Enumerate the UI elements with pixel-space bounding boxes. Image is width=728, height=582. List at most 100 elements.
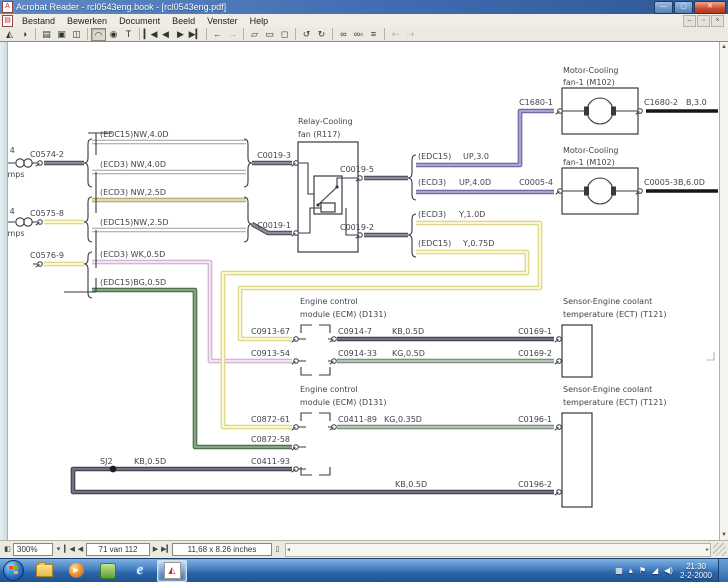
group3-top-wire-label: (ECD3) WK,0.5D [100,250,165,259]
ecm2-wire-label: KG,0.35D [384,415,422,424]
ecm-1-brackets [298,325,332,375]
motor1-right-pin-label: C1680-2 [644,98,678,107]
go-back-icon[interactable]: ← [210,28,225,41]
hand-tool-icon[interactable]: ◠ [91,28,106,41]
ecm-2-brackets [298,413,332,475]
ecm2-pin-c0411-93: C0411-93 [251,457,290,466]
maximize-button[interactable]: ▢ [674,1,693,14]
volume-icon[interactable]: ◀) [664,566,673,575]
first-page-status-icon[interactable]: ▎◀ [64,544,75,556]
zoom-tool-icon[interactable]: ◉ [106,28,121,41]
messenger-button[interactable] [93,560,123,582]
sensor-2-box [562,413,592,507]
internet-explorer-button[interactable]: e [125,560,155,582]
group2-top-wire-label: (ECD3) NW,2.5D [100,188,166,197]
next-page-status-icon[interactable]: ▶ [150,544,161,556]
relay-box [298,142,358,252]
input-indicator-icon[interactable]: ▦ [615,566,623,575]
mdi-restore-icon[interactable]: ▫ [697,15,710,27]
start-button[interactable] [3,560,24,581]
last-page-icon[interactable]: ▶▎ [188,28,203,41]
windows-explorer-button[interactable] [29,560,59,582]
menu-bar: ▤ BestandBewerkenDocumentBeeldVensterHel… [0,14,728,28]
scroll-left-icon[interactable]: ◂ [287,546,290,553]
toolbar-separator [295,28,296,40]
vertical-scrollbar[interactable]: ▲ ▼ [719,42,728,540]
menu-item-beeld[interactable]: Beeld [166,16,201,26]
open-icon[interactable]: ▤ [39,28,54,41]
actual-size-icon[interactable]: ▱ [247,28,262,41]
go-forward-icon[interactable]: → [225,28,240,41]
prev-page-icon[interactable]: ◀ [158,28,173,41]
menu-item-document[interactable]: Document [113,16,166,26]
action-center-flag-icon[interactable]: ⚑ [639,566,646,575]
scroll-right-icon[interactable]: ▸ [706,546,709,553]
splice-label: SJ2 [100,457,113,466]
document-area[interactable]: K 4 Amps C0574-2 (EDC15)NW,4.0D (ECD3) N… [0,42,728,540]
motor-1-box [562,88,638,134]
network-icon[interactable]: ◢ [652,566,658,575]
close-button[interactable]: ✕ [694,1,726,14]
windows-explorer-icon [36,564,53,577]
acrobat-logo-icon[interactable]: ◭ [2,28,17,41]
first-page-icon[interactable]: ▎◀ [143,28,158,41]
media-player-button[interactable]: ▶ [61,560,91,582]
adobe-online-icon[interactable]: ◑ [17,28,32,41]
adobe-reader-button[interactable]: ◭ [157,560,187,582]
menu-item-help[interactable]: Help [244,16,275,26]
ecm1-wire-top-label: KB,0.5D [392,327,424,336]
splice-dot [110,466,117,473]
search-icon[interactable]: ∞▫ [351,28,366,41]
menu-item-bewerken[interactable]: Bewerken [61,16,113,26]
horizontal-scrollbar[interactable]: ◂ ▸ [285,543,711,557]
next-page-icon[interactable]: ▶ [173,28,188,41]
relay-pin-c0019-2: C0019-2 [340,223,374,232]
menu-item-venster[interactable]: Venster [201,16,244,26]
relay-pin-c0019-5: C0019-5 [340,165,374,174]
ecm1-name-line2: module (ECM) (D131) [300,310,387,319]
group2-bottom-wire-label: (EDC15)NW,2.5D [100,218,169,227]
text-select-tool-icon[interactable]: T [121,28,136,41]
show-desktop-button[interactable] [718,559,728,582]
window-title: Acrobat Reader - rcl0543eng.book - [rcl0… [16,2,653,12]
mdi-minimize-icon[interactable]: – [683,15,696,27]
internet-explorer-icon: e [137,562,144,579]
print-icon[interactable]: ▣ [54,28,69,41]
search-results-icon[interactable]: ≡ [366,28,381,41]
sensor2-name-line1: Sensor-Engine coolant [563,385,652,394]
last-page-status-icon[interactable]: ▶▎ [161,544,172,556]
show-hidden-icons-icon[interactable]: ▴ [629,566,633,575]
pdf-doc-icon[interactable]: ▤ [2,15,13,27]
fuse2-connector-label: C0575-8 [30,209,64,218]
motor1-left-pin-label: C1680-1 [519,98,553,107]
ecm1-pin-c0913-54: C0913-54 [251,349,290,358]
menu-item-bestand[interactable]: Bestand [16,16,61,26]
prev-highlight-icon[interactable]: ⇠ [388,28,403,41]
find-icon[interactable]: ∞ [336,28,351,41]
sensor1-name-line2: temperature (ECT) (T121) [563,310,667,319]
tray-icons: ▦ ▴ ⚑ ◢ ◀) [612,566,676,575]
ecm1-pin-c0914-33: C0914-33 [338,349,377,358]
taskbar-clock[interactable]: 21:30 2-2-2000 [680,562,712,580]
adobe-reader-icon: ◭ [164,562,181,579]
fit-page-icon[interactable]: ▭ [262,28,277,41]
ecm2-name-line1: Engine control [300,385,358,394]
scroll-down-icon[interactable]: ▼ [721,532,727,538]
page-indicator[interactable]: 71 van 112 [86,543,150,556]
prev-page-status-icon[interactable]: ◀ [75,544,86,556]
rotate-right-icon[interactable]: ↻ [314,28,329,41]
mdi-close-icon[interactable]: × [711,15,724,27]
y-wire1-spec-label: Y,1.0D [458,210,485,219]
page-layout-icon[interactable]: ◧ [2,544,13,556]
zoom-level[interactable]: 300% [13,543,53,556]
y-wire1-system-label: (ECD3) [418,210,446,219]
zoom-dropdown-icon[interactable]: ▾ [53,544,64,556]
nav-pane-icon[interactable]: ◫ [69,28,84,41]
fit-width-icon[interactable]: ◻ [277,28,292,41]
rotate-left-icon[interactable]: ↺ [299,28,314,41]
next-highlight-icon[interactable]: ⇢ [403,28,418,41]
resize-grip[interactable] [713,543,726,556]
minimize-button[interactable]: — [654,1,673,14]
acrobat-doc-icon[interactable]: A [2,1,13,13]
scroll-up-icon[interactable]: ▲ [721,44,727,50]
